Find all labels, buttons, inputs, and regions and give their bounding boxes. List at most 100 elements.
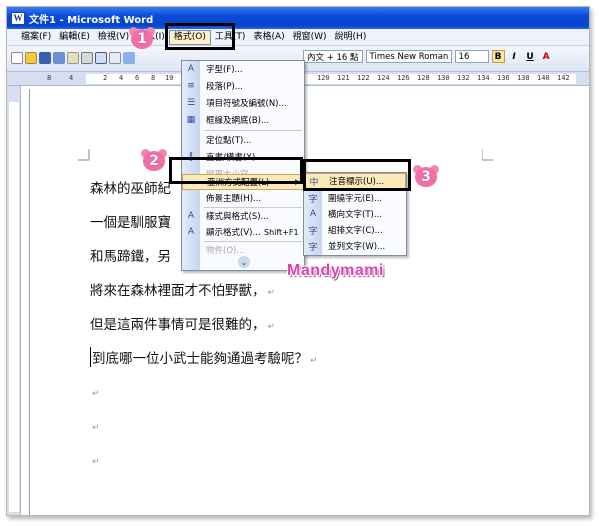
menu-edit[interactable]: 編輯(E): [55, 29, 94, 46]
ruler-number: 126: [397, 74, 410, 82]
menu-separator: [204, 130, 302, 131]
menu-item-reveal-formatting[interactable]: A 顯示格式(V)... Shift+F1: [182, 224, 304, 240]
watermark-text: Mandymami: [287, 262, 384, 279]
paragraph-icon: ≡: [187, 81, 195, 91]
document-line: 森林的巫師紀: [90, 177, 171, 197]
ruler-number: 138: [517, 74, 530, 82]
enclose-characters-icon: 字: [308, 194, 318, 205]
menu-item-font[interactable]: A 字型(F)...: [182, 61, 304, 77]
open-folder-icon[interactable]: [25, 52, 37, 64]
word-window: W 文件1 - Microsoft Word 檔案(F) 編輯(E) 檢視(V)…: [6, 6, 590, 516]
menu-item-theme[interactable]: 佈景主題(H)...: [182, 190, 304, 206]
italic-button[interactable]: I: [508, 50, 521, 63]
font-size-dropdown[interactable]: 16: [454, 50, 489, 63]
combine-characters-icon: 字: [308, 226, 318, 237]
menu-item-label: 圍繞字元(E)...: [328, 194, 383, 204]
print-icon[interactable]: [81, 52, 93, 64]
document-line: 到底哪一位小武士能夠通過考驗呢？ ↵: [90, 347, 318, 367]
vertical-ruler[interactable]: [7, 86, 21, 515]
ruler-number: 124: [377, 74, 390, 82]
reveal-format-icon: A: [187, 227, 195, 237]
menu-item-bullets[interactable]: ☰ 項目符號及編號(N)...: [182, 95, 304, 111]
paragraph-mark: ↵: [267, 288, 276, 298]
paragraph-mark: ↵: [267, 322, 276, 332]
paragraph-mark: ↵: [92, 457, 100, 467]
permission-icon[interactable]: [53, 52, 65, 64]
title-bar: W 文件1 - Microsoft Word: [7, 7, 589, 29]
menu-item-borders[interactable]: ▦ 框線及網底(B)...: [182, 112, 304, 128]
borders-icon: ▦: [186, 115, 196, 125]
research-icon[interactable]: [123, 52, 135, 64]
paragraph-mark: ↵: [92, 389, 100, 399]
step-badge-1: 1: [129, 27, 155, 49]
badge-face: 1: [131, 29, 153, 49]
font-color-button[interactable]: A: [540, 50, 553, 63]
ruler-number: 134: [477, 74, 490, 82]
tabs-icon: [182, 132, 200, 148]
document-text: 但是這兩件事情可是很難的，: [90, 317, 266, 333]
word-app-icon: W: [11, 11, 25, 25]
menu-table[interactable]: 表格(A): [249, 29, 288, 46]
window-title: 文件1 - Microsoft Word: [29, 14, 154, 26]
horizontal-in-vertical-icon: A: [309, 209, 317, 219]
paragraph-mark: ↵: [92, 423, 100, 433]
menu-item-enclose-characters[interactable]: 字圍繞字元(E)...: [304, 190, 406, 206]
bullets-icon: ☰: [186, 98, 196, 108]
callout-box-format-menu: [165, 23, 235, 50]
ruler-number: 140: [537, 74, 550, 82]
menu-help[interactable]: 說明(H): [331, 29, 371, 46]
menu-item-styles[interactable]: A 樣式與格式(S)...: [182, 208, 304, 224]
menu-item-label: 定位點(T)...: [206, 136, 252, 146]
expand-menu-icon[interactable]: ⌄: [238, 256, 250, 268]
ruler-number: 132: [457, 74, 470, 82]
ruler-number: 128: [417, 74, 430, 82]
document-line: 將來在森林裡面才不怕野獸， ↵: [90, 279, 275, 299]
bold-button[interactable]: B: [491, 50, 505, 63]
menu-item-label: 項目符號及編號(N)...: [206, 99, 287, 109]
step-badge-2: 2: [141, 149, 167, 171]
menu-item-label: 字型(F)...: [206, 65, 243, 75]
ruler-number: 6: [135, 74, 140, 82]
margin-corner-marker: [482, 149, 493, 161]
menu-item-label: 橫向文字(T)...: [328, 210, 382, 220]
underline-button[interactable]: U: [524, 50, 537, 63]
menu-item-tabs[interactable]: 定位點(T)...: [182, 132, 304, 148]
ruler-number: 4: [119, 74, 124, 82]
ruler-number: 8: [151, 74, 156, 82]
menu-item-label: 段落(P)...: [206, 82, 243, 92]
save-icon[interactable]: [39, 52, 51, 64]
menu-item-label: 組排文字(C)...: [328, 226, 383, 236]
ruler-number: 2: [103, 74, 108, 82]
menu-item-paragraph[interactable]: ≡ 段落(P)...: [182, 78, 304, 94]
document-text: 森林的巫師紀: [90, 181, 171, 197]
document-text: 將來在森林裡面才不怕野獸，: [90, 283, 266, 299]
print-preview-icon[interactable]: [95, 52, 107, 64]
document-line: 一個是馴服寶: [90, 211, 171, 231]
ruler-number: 136: [497, 74, 510, 82]
menu-item-combine-characters[interactable]: 字組排文字(C)...: [304, 222, 406, 238]
ruler-number: 122: [357, 74, 370, 82]
toolbar-icons: [11, 52, 135, 64]
step-badge-3: 3: [413, 165, 439, 187]
spelling-icon[interactable]: [109, 52, 121, 64]
menu-file[interactable]: 檔案(F): [17, 29, 55, 46]
menu-window[interactable]: 視窗(W): [289, 29, 331, 46]
new-document-icon[interactable]: [11, 52, 23, 64]
menu-item-label: 顯示格式(V)...: [206, 228, 261, 238]
email-icon[interactable]: [67, 52, 79, 64]
menu-item-two-lines-in-one[interactable]: 字並列文字(W)...: [304, 238, 406, 254]
menu-view[interactable]: 檢視(V): [94, 29, 133, 46]
menu-item-label: 框線及網底(B)...: [206, 116, 270, 126]
document-line: 和馬蹄鐵，另: [90, 245, 171, 265]
menu-item-horizontal-in-vertical[interactable]: A 橫向文字(T)...: [304, 206, 406, 222]
ruler-number: 8: [47, 74, 52, 82]
ruler-number: 142: [557, 74, 570, 82]
menu-item-label: 物件(O)...: [206, 246, 245, 256]
callout-box-phonetic-guide: [303, 159, 411, 191]
document-text: 到底哪一位小武士能夠通過考驗呢？: [92, 351, 308, 367]
callout-box-asian-layout: [169, 157, 303, 184]
theme-icon: [182, 190, 200, 206]
font-dropdown[interactable]: Times New Roman: [365, 50, 452, 63]
object-icon: [182, 242, 200, 258]
style-dropdown[interactable]: 內文 + 16 點: [303, 50, 363, 63]
